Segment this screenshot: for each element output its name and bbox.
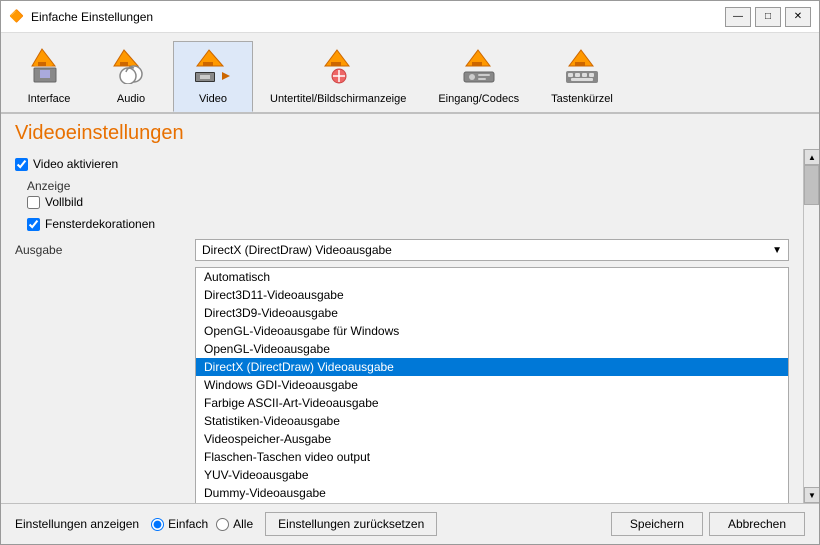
bottom-bar: Einstellungen anzeigen Einfach Alle Eins… [1,503,819,544]
page-title: Videoeinstellungen [1,114,819,149]
title-bar: 🔶 Einfache Einstellungen — □ ✕ [1,1,819,33]
scrollbar[interactable]: ▲ ▼ [803,149,819,503]
dropdown-item-deaktivieren[interactable]: Deaktivieren [196,502,788,503]
tab-input[interactable]: Eingang/Codecs [423,41,534,112]
tab-subtitles-label: Untertitel/Bildschirmanzeige [270,93,406,105]
ausgabe-dropdown-arrow: ▼ [772,245,782,256]
close-button[interactable]: ✕ [785,7,811,27]
video-aktivieren-checkbox-label[interactable]: Video aktivieren [15,157,118,171]
dropdown-item-ascii[interactable]: Farbige ASCII-Art-Videoausgabe [196,394,788,412]
dropdown-popup-container: Automatisch Direct3D11-Videoausgabe Dire… [15,267,789,503]
scrollbar-thumb-area [804,165,819,487]
fensterdekorationen-checkbox[interactable] [27,218,40,231]
tab-hotkeys-label: Tastenkürzel [551,93,613,105]
radio-einfach[interactable] [151,518,164,531]
tab-video-label: Video [199,93,227,105]
einstellungen-label: Einstellungen anzeigen [15,517,139,531]
fensterdekorationen-checkbox-label[interactable]: Fensterdekorationen [27,217,155,231]
vollbild-checkbox-label[interactable]: Vollbild [27,195,83,209]
radio-alle[interactable] [216,518,229,531]
vollbild-row: Vollbild [27,195,789,209]
dropdown-item-opengl[interactable]: OpenGL-Videoausgabe [196,340,788,358]
video-aktivieren-checkbox[interactable] [15,158,28,171]
radio-alle-label[interactable]: Alle [216,517,253,531]
fensterdekorationen-row: Fensterdekorationen [27,217,789,231]
tab-video[interactable]: Video [173,41,253,112]
subtitles-icon [319,48,357,89]
input-icon [460,48,498,89]
video-aktivieren-label: Video aktivieren [33,157,118,171]
radio-einfach-text: Einfach [168,517,208,531]
save-button[interactable]: Speichern [611,512,703,536]
fensterdekorationen-label: Fensterdekorationen [45,217,155,231]
bottom-left: Einstellungen anzeigen Einfach Alle Eins… [15,512,611,536]
main-window: 🔶 Einfache Einstellungen — □ ✕ Interface [0,0,820,545]
minimize-button[interactable]: — [725,7,751,27]
video-icon [194,48,232,89]
app-icon: 🔶 [9,9,25,25]
tab-audio-label: Audio [117,93,145,105]
tab-input-label: Eingang/Codecs [438,93,519,105]
dropdown-item-directx[interactable]: DirectX (DirectDraw) Videoausgabe [196,358,788,376]
window-title: Einfache Einstellungen [31,10,725,24]
dropdown-item-yuv[interactable]: YUV-Videoausgabe [196,466,788,484]
scrollbar-thumb[interactable] [804,165,819,205]
reset-button[interactable]: Einstellungen zurücksetzen [265,512,437,536]
dropdown-list[interactable]: Automatisch Direct3D11-Videoausgabe Dire… [195,267,789,503]
vollbild-label: Vollbild [45,195,83,209]
interface-icon [30,48,68,89]
window-controls: — □ ✕ [725,7,811,27]
audio-icon [112,48,150,89]
content-area: Video aktivieren Anzeige Vollbild Fenste… [1,149,819,503]
dropdown-item-automatisch[interactable]: Automatisch [196,268,788,286]
ausgabe-dropdown-header[interactable]: DirectX (DirectDraw) Videoausgabe ▼ [195,239,789,261]
dropdown-item-statistiken[interactable]: Statistiken-Videoausgabe [196,412,788,430]
radio-group: Einfach Alle [151,517,253,531]
dropdown-item-d3d9[interactable]: Direct3D9-Videoausgabe [196,304,788,322]
vollbild-checkbox[interactable] [27,196,40,209]
tab-hotkeys[interactable]: Tastenkürzel [536,41,628,112]
dropdown-item-d3d11[interactable]: Direct3D11-Videoausgabe [196,286,788,304]
video-aktivieren-row: Video aktivieren [15,157,789,171]
dropdown-item-gdi[interactable]: Windows GDI-Videoausgabe [196,376,788,394]
dropdown-popup: Automatisch Direct3D11-Videoausgabe Dire… [195,267,789,503]
ausgabe-label: Ausgabe [15,243,195,257]
dropdown-item-dummy[interactable]: Dummy-Videoausgabe [196,484,788,502]
anzeige-group-label: Anzeige [27,179,789,193]
tab-subtitles[interactable]: Untertitel/Bildschirmanzeige [255,41,421,112]
ausgabe-dropdown-current: DirectX (DirectDraw) Videoausgabe [202,243,392,257]
ausgabe-dropdown-wrapper: DirectX (DirectDraw) Videoausgabe ▼ [195,239,789,261]
bottom-right: Speichern Abbrechen [611,512,805,536]
radio-alle-text: Alle [233,517,253,531]
cancel-button[interactable]: Abbrechen [709,512,805,536]
dropdown-item-opengl-win[interactable]: OpenGL-Videoausgabe für Windows [196,322,788,340]
settings-scroll[interactable]: Video aktivieren Anzeige Vollbild Fenste… [1,149,819,503]
tab-interface-label: Interface [28,93,71,105]
tab-interface[interactable]: Interface [9,41,89,112]
radio-einfach-label[interactable]: Einfach [151,517,208,531]
scrollbar-down[interactable]: ▼ [804,487,819,503]
hotkeys-icon [563,48,601,89]
ausgabe-row: Ausgabe DirectX (DirectDraw) Videoausgab… [15,239,789,261]
dropdown-item-videospeicher[interactable]: Videospeicher-Ausgabe [196,430,788,448]
scrollbar-up[interactable]: ▲ [804,149,819,165]
nav-tabs: Interface Audio [1,33,819,114]
dropdown-item-flaschen[interactable]: Flaschen-Taschen video output [196,448,788,466]
maximize-button[interactable]: □ [755,7,781,27]
tab-audio[interactable]: Audio [91,41,171,112]
